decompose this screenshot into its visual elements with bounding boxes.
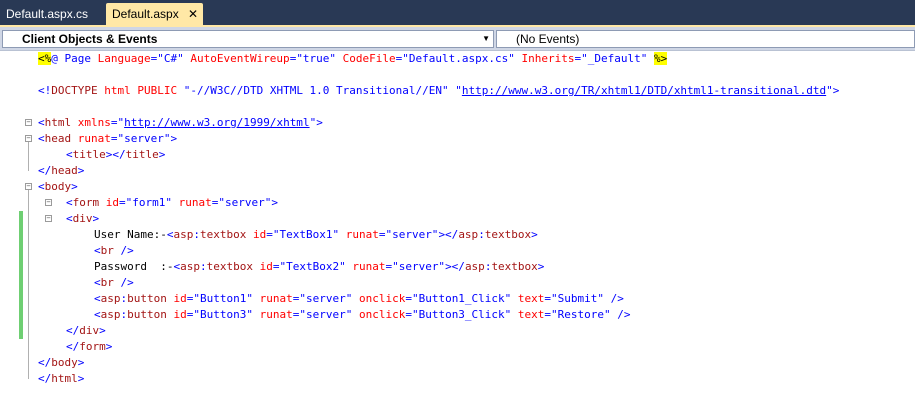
minus-icon[interactable]: −: [25, 119, 32, 126]
code-line-21: </html>: [38, 372, 85, 385]
dropdown-value: Client Objects & Events: [22, 32, 158, 46]
code-line-13: <br />: [94, 244, 134, 257]
minus-icon[interactable]: −: [45, 199, 52, 206]
document-tab-strip: Default.aspx.cs Default.aspx ✕: [0, 0, 915, 27]
code-line-3: <!DOCTYPE html PUBLIC "-//W3C//DTD XHTML…: [38, 84, 840, 97]
client-objects-dropdown[interactable]: Client Objects & Events ▼: [2, 30, 494, 48]
code-line-6: − <head runat="server">: [25, 132, 178, 145]
dropdown-value: (No Events): [516, 32, 580, 46]
navigation-bar: Client Objects & Events ▼ (No Events): [0, 27, 915, 51]
tab-label: Default.aspx.cs: [6, 7, 89, 21]
code-line-7: <title></title>: [66, 148, 166, 161]
close-icon[interactable]: ✕: [188, 3, 198, 25]
minus-icon[interactable]: −: [25, 135, 32, 142]
code-line-18: </div>: [66, 324, 106, 337]
code-line-14: Password :-<asp:textbox id="TextBox2" ru…: [94, 260, 545, 273]
minus-icon[interactable]: −: [45, 215, 52, 222]
events-dropdown[interactable]: (No Events): [496, 30, 915, 48]
tab-label: Default.aspx: [112, 7, 179, 21]
code-line-20: </body>: [38, 356, 85, 369]
code-line-8: </head>: [38, 164, 85, 177]
code-line-10: − <form id="form1" runat="server">: [45, 196, 278, 209]
code-line-9: − <body>: [25, 180, 78, 193]
code-line-19: </form>: [66, 340, 113, 353]
code-line-1: <%@ Page Language="C#" AutoEventWireup="…: [38, 52, 668, 65]
code-line-5: − <html xmlns="http://www.w3.org/1999/xht…: [25, 116, 323, 129]
code-line-16: <asp:button id="Button1" runat="server" …: [94, 292, 624, 305]
minus-icon[interactable]: −: [25, 183, 32, 190]
code-line-15: <br />: [94, 276, 134, 289]
chevron-down-icon[interactable]: ▼: [482, 31, 490, 47]
code-line-12: User Name:-<asp:textbox id="TextBox1" ru…: [94, 228, 538, 241]
tab-default-aspx-cs[interactable]: Default.aspx.cs: [0, 3, 104, 25]
code-editor[interactable]: <%@ Page Language="C#" AutoEventWireup="…: [0, 51, 915, 405]
code-line-17: <asp:button id="Button3" runat="server" …: [94, 308, 631, 321]
tab-default-aspx[interactable]: Default.aspx ✕: [106, 3, 203, 25]
code-line-11: − <div>: [45, 212, 100, 225]
